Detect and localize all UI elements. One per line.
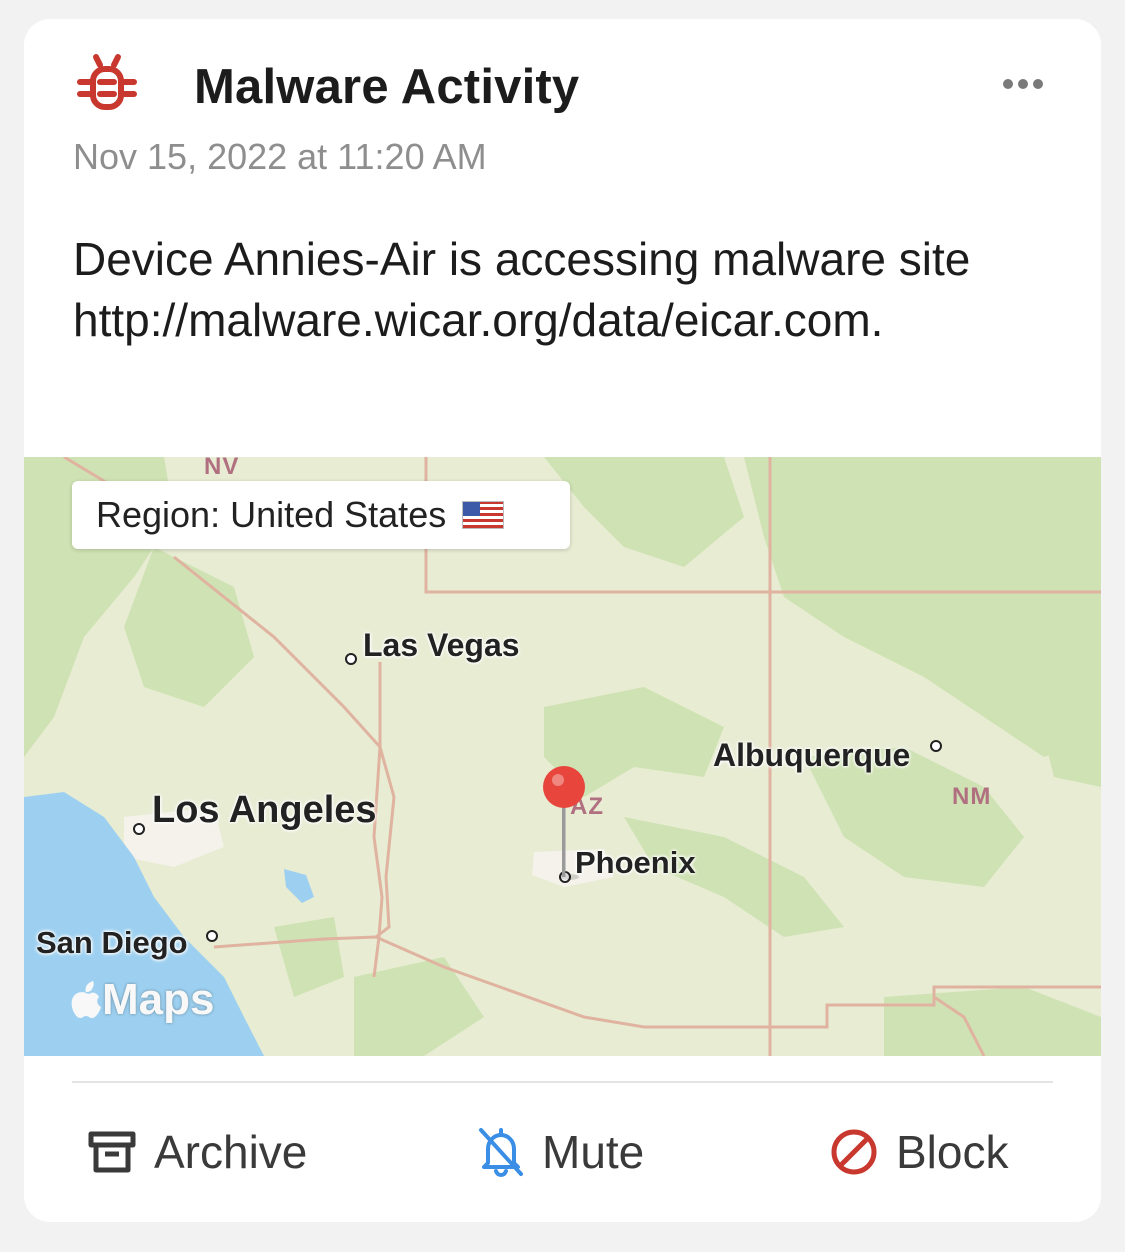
state-label-nm: NM (952, 783, 992, 810)
archive-icon (88, 1131, 136, 1173)
mute-button[interactable]: Mute (478, 1117, 644, 1187)
alert-title: Malware Activity (194, 60, 580, 114)
city-dot-las-vegas (345, 653, 357, 665)
maps-attribution-text: Maps (102, 975, 215, 1024)
archive-label: Archive (154, 1126, 308, 1178)
city-label-los-angeles: Los Angeles (152, 789, 377, 831)
region-chip: Region: United States (72, 481, 570, 549)
block-button[interactable]: Block (830, 1117, 1008, 1187)
location-map[interactable]: Region: United States NV AZ NM Las Vegas… (24, 457, 1101, 1056)
city-dot-los-angeles (133, 823, 145, 835)
city-label-phoenix: Phoenix (575, 845, 696, 880)
archive-button[interactable]: Archive (88, 1117, 307, 1187)
city-dot-san-diego (206, 930, 218, 942)
us-flag-icon (462, 501, 505, 529)
alert-card: Malware Activity Nov 15, 2022 at 11:20 A… (24, 19, 1101, 1222)
alert-timestamp: Nov 15, 2022 at 11:20 AM (73, 136, 487, 177)
maps-attribution: Maps (70, 975, 214, 1025)
city-label-albuquerque: Albuquerque (713, 737, 911, 773)
mute-label: Mute (542, 1126, 645, 1178)
block-icon (831, 1129, 877, 1175)
bug-icon (77, 54, 137, 110)
block-label: Block (896, 1126, 1009, 1178)
state-label-nv: NV (204, 457, 240, 480)
city-label-san-diego: San Diego (36, 925, 188, 960)
apple-logo-icon (71, 981, 101, 1018)
city-label-las-vegas: Las Vegas (363, 627, 520, 663)
bell-off-icon (479, 1128, 523, 1177)
alert-message: Device Annies-Air is accessing malware s… (73, 233, 971, 346)
region-label: Region: United States (96, 494, 447, 535)
more-options-icon[interactable] (1002, 77, 1044, 91)
divider (72, 1081, 1053, 1083)
location-pin-icon (543, 766, 585, 880)
city-dot-albuquerque (930, 740, 942, 752)
